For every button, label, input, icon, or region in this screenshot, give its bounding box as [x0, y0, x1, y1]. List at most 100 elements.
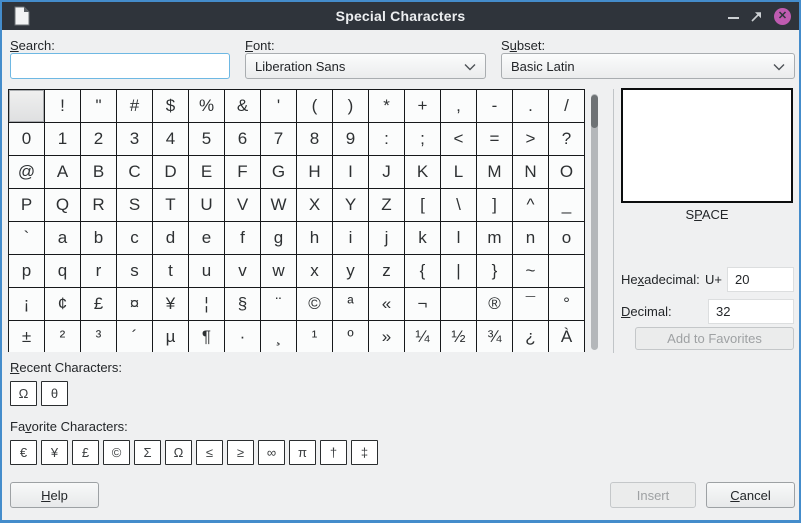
char-cell[interactable]: · [225, 321, 261, 353]
char-cell[interactable] [549, 255, 585, 288]
search-input[interactable] [10, 53, 230, 79]
hexadecimal-input[interactable] [727, 267, 794, 292]
char-cell[interactable]: q [45, 255, 81, 288]
char-cell[interactable]: U [189, 189, 225, 222]
char-cell[interactable]: S [117, 189, 153, 222]
char-cell[interactable]: ; [405, 123, 441, 156]
titlebar[interactable]: Special Characters ✕ [2, 2, 799, 30]
char-cell[interactable]: @ [9, 156, 45, 189]
char-cell[interactable]: ¯ [513, 288, 549, 321]
decimal-input[interactable] [708, 299, 794, 324]
char-cell[interactable]: ! [45, 90, 81, 123]
char-box[interactable]: Ω [165, 440, 192, 465]
char-box[interactable]: π [289, 440, 316, 465]
grid-scrollbar[interactable] [591, 94, 598, 350]
char-box[interactable]: ∞ [258, 440, 285, 465]
char-cell[interactable]: z [369, 255, 405, 288]
char-cell[interactable]: C [117, 156, 153, 189]
char-cell[interactable]: Z [369, 189, 405, 222]
char-cell[interactable]: À [549, 321, 585, 353]
grid-scrollbar-thumb[interactable] [591, 95, 598, 128]
char-cell[interactable]: ' [261, 90, 297, 123]
char-cell[interactable]: w [261, 255, 297, 288]
char-cell[interactable]: % [189, 90, 225, 123]
char-cell[interactable]: § [225, 288, 261, 321]
char-cell[interactable]: ¥ [153, 288, 189, 321]
char-box[interactable]: ¥ [41, 440, 68, 465]
char-cell[interactable]: y [333, 255, 369, 288]
maximize-button[interactable] [750, 10, 763, 23]
char-cell[interactable]: - [477, 90, 513, 123]
minimize-button[interactable] [728, 17, 739, 19]
char-cell[interactable]: ¤ [117, 288, 153, 321]
char-cell[interactable]: ½ [441, 321, 477, 353]
char-cell[interactable]: M [477, 156, 513, 189]
char-cell[interactable]: ´ [117, 321, 153, 353]
char-cell[interactable]: h [297, 222, 333, 255]
char-cell[interactable]: i [333, 222, 369, 255]
char-cell[interactable]: : [369, 123, 405, 156]
char-cell[interactable]: O [549, 156, 585, 189]
char-box[interactable]: Ω [10, 381, 37, 406]
help-button[interactable]: Help [10, 482, 99, 508]
char-cell[interactable]: 3 [117, 123, 153, 156]
char-cell[interactable]: ( [297, 90, 333, 123]
insert-button[interactable]: Insert [610, 482, 696, 508]
char-cell[interactable]: 0 [9, 123, 45, 156]
char-cell[interactable]: e [189, 222, 225, 255]
char-cell[interactable]: P [9, 189, 45, 222]
char-cell[interactable]: + [405, 90, 441, 123]
char-cell[interactable]: \ [441, 189, 477, 222]
char-cell[interactable]: c [117, 222, 153, 255]
char-cell[interactable]: a [45, 222, 81, 255]
char-cell[interactable]: ¶ [189, 321, 225, 353]
char-cell[interactable]: x [297, 255, 333, 288]
char-cell[interactable]: R [81, 189, 117, 222]
char-cell[interactable]: $ [153, 90, 189, 123]
char-cell[interactable]: G [261, 156, 297, 189]
char-cell[interactable]: , [441, 90, 477, 123]
char-cell[interactable]: * [369, 90, 405, 123]
char-cell[interactable]: ¨ [261, 288, 297, 321]
cancel-button[interactable]: Cancel [706, 482, 795, 508]
char-cell[interactable]: ¢ [45, 288, 81, 321]
add-to-favorites-button[interactable]: Add to Favorites [635, 327, 794, 350]
char-cell[interactable]: / [549, 90, 585, 123]
char-cell[interactable]: V [225, 189, 261, 222]
font-combobox[interactable]: Liberation Sans [245, 53, 486, 79]
char-cell[interactable]: 5 [189, 123, 225, 156]
char-cell[interactable]: W [261, 189, 297, 222]
char-cell[interactable]: n [513, 222, 549, 255]
char-cell[interactable]: º [333, 321, 369, 353]
char-cell[interactable]: 7 [261, 123, 297, 156]
char-box[interactable]: £ [72, 440, 99, 465]
char-cell[interactable]: k [405, 222, 441, 255]
char-cell[interactable]: u [189, 255, 225, 288]
char-cell[interactable]: ¬ [405, 288, 441, 321]
char-cell[interactable]: & [225, 90, 261, 123]
char-cell[interactable]: . [513, 90, 549, 123]
char-cell[interactable]: ¡ [9, 288, 45, 321]
char-cell[interactable]: { [405, 255, 441, 288]
char-cell[interactable]: ¹ [297, 321, 333, 353]
char-cell[interactable]: _ [549, 189, 585, 222]
char-box[interactable]: € [10, 440, 37, 465]
char-cell[interactable]: « [369, 288, 405, 321]
char-cell[interactable]: ª [333, 288, 369, 321]
char-cell[interactable]: L [441, 156, 477, 189]
char-cell[interactable]: | [441, 255, 477, 288]
char-cell[interactable]: F [225, 156, 261, 189]
char-cell[interactable]: T [153, 189, 189, 222]
char-cell[interactable]: s [117, 255, 153, 288]
close-button[interactable]: ✕ [774, 8, 791, 25]
char-box[interactable]: θ [41, 381, 68, 406]
char-cell[interactable]: Y [333, 189, 369, 222]
char-cell[interactable]: v [225, 255, 261, 288]
char-cell[interactable] [9, 90, 45, 123]
char-cell[interactable]: > [513, 123, 549, 156]
char-cell[interactable]: d [153, 222, 189, 255]
char-cell[interactable]: 1 [45, 123, 81, 156]
char-cell[interactable]: N [513, 156, 549, 189]
char-cell[interactable]: ± [9, 321, 45, 353]
char-cell[interactable]: ) [333, 90, 369, 123]
